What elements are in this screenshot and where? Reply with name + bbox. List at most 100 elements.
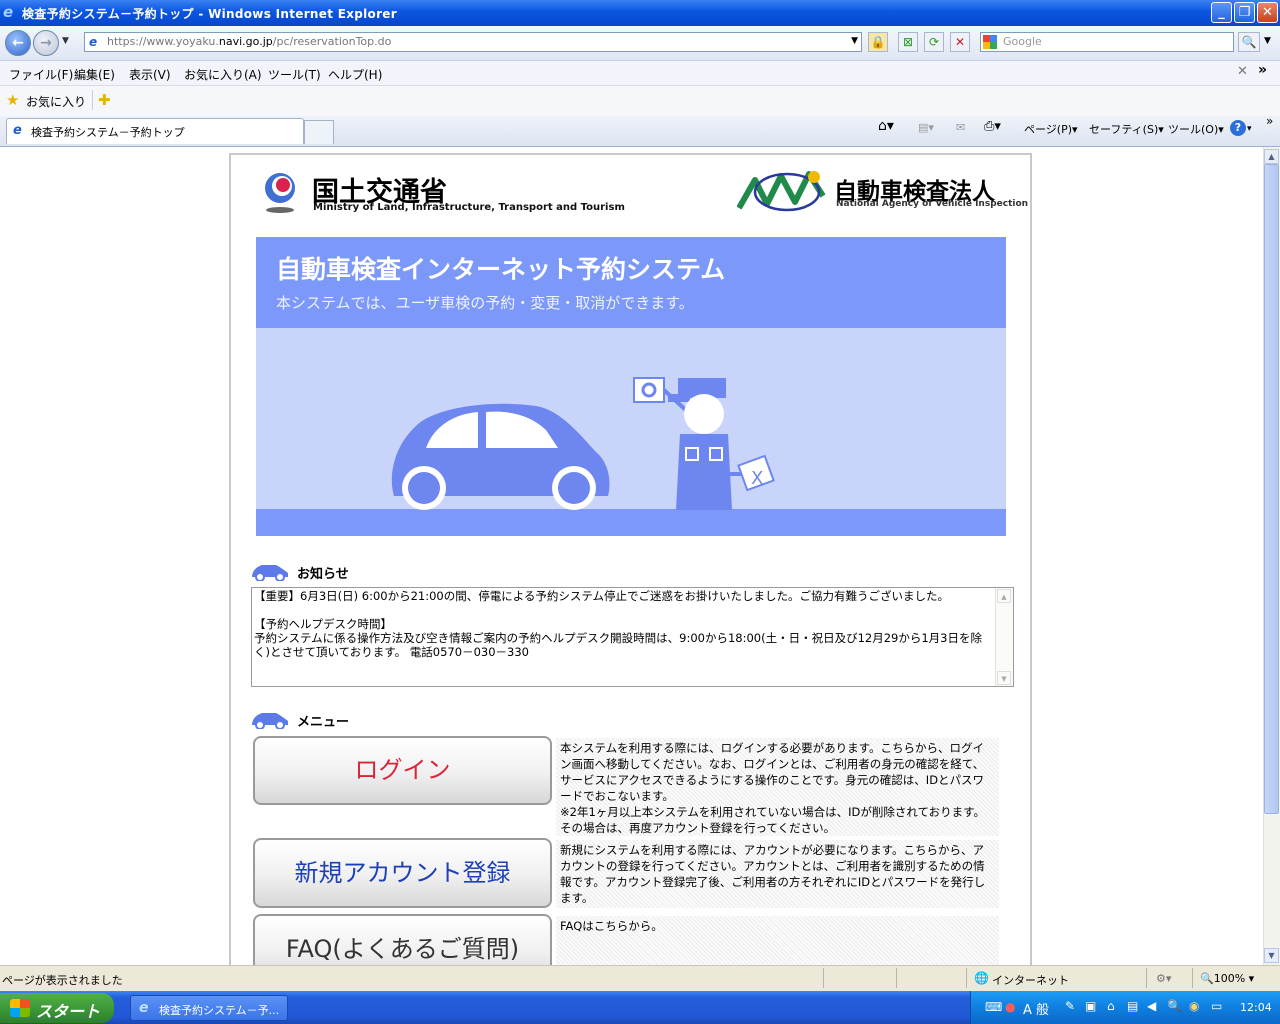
help-dropdown-icon[interactable]: ▾ <box>1247 124 1252 134</box>
notice-scrollbar[interactable]: ▲ ▼ <box>995 588 1013 686</box>
favorites-divider <box>92 90 93 110</box>
menu-car-icon <box>250 709 290 730</box>
menu-chevron-icon[interactable]: » <box>1258 62 1267 78</box>
command-chevron-icon[interactable]: » <box>1266 114 1273 128</box>
menu-view[interactable]: 表示(V) <box>129 66 171 83</box>
hero-ground-strip <box>256 509 1006 536</box>
tray-search-icon[interactable]: 🔍 <box>1167 999 1182 1013</box>
ime-pad-icon[interactable]: ▣ <box>1085 999 1096 1013</box>
hero-title: 自動車検査インターネット予約システム <box>276 255 726 284</box>
tray-expand-icon[interactable]: ◀ <box>1147 999 1156 1013</box>
new-tab-button[interactable] <box>304 120 334 144</box>
status-bar: ページが表示されました 🌐 インターネット ⚙▾ 🔍100% ▾ <box>0 965 1280 992</box>
mlit-logo-subtitle: Ministry of Land, Infrastructure, Transp… <box>313 202 625 213</box>
refresh-icon[interactable]: ⟳ <box>924 32 944 52</box>
tab-reservation-top[interactable]: e 検査予約システム－予約トップ <box>6 118 304 144</box>
favorites-button[interactable]: お気に入り <box>26 93 86 110</box>
search-options-icon[interactable]: ▼ <box>1264 36 1271 46</box>
notice-scroll-down[interactable]: ▼ <box>997 671 1011 685</box>
tab-label: 検査予約システム－予約トップ <box>31 126 185 139</box>
status-divider <box>1146 968 1147 988</box>
google-icon <box>983 35 997 49</box>
notice-scroll-up[interactable]: ▲ <box>997 589 1011 603</box>
feeds-icon[interactable]: ▤▾ <box>918 121 934 134</box>
new-account-button[interactable]: 新規アカウント登録 <box>253 838 552 908</box>
windows-logo-icon <box>10 999 30 1017</box>
address-bar[interactable]: e https://www.yoyaku.navi.go.jp/pc/reser… <box>84 32 862 52</box>
hero-subtitle: 本システムでは、ユーザ車検の予約・変更・取消ができます。 <box>276 294 694 312</box>
mlit-logo-icon <box>262 172 298 213</box>
address-dropdown-icon[interactable]: ▼ <box>851 36 858 46</box>
tools-menu[interactable]: ツール(O)▾ <box>1168 121 1224 137</box>
menu-help[interactable]: ヘルプ(H) <box>328 66 382 83</box>
favorites-star-icon: ★ <box>6 91 20 109</box>
menu-edit[interactable]: 編集(E) <box>74 66 115 83</box>
login-description: 本システムを利用する際には、ログインする必要があります。こちらから、ログイン画面… <box>556 738 999 836</box>
compatibility-icon[interactable]: ⊠ <box>898 32 918 52</box>
close-button[interactable]: ✕ <box>1257 2 1278 23</box>
status-divider <box>823 968 824 988</box>
zoom-level[interactable]: 🔍100% ▾ <box>1200 972 1254 985</box>
car-illustration-icon <box>386 396 616 512</box>
safety-menu[interactable]: セーフティ(S)▾ <box>1089 121 1164 137</box>
minimize-button[interactable]: _ <box>1211 2 1232 23</box>
notice-text: 【重要】6月3日(日) 6:00から21:00の間、停電による予約システム停止で… <box>254 589 983 659</box>
inspector-illustration-icon: X <box>630 374 782 510</box>
status-divider <box>966 968 967 988</box>
search-input[interactable]: Google <box>980 32 1234 52</box>
print-icon[interactable]: ⎙▾ <box>984 119 1001 134</box>
home-icon[interactable]: ⌂▾ <box>878 118 894 134</box>
history-dropdown-icon[interactable]: ▼ <box>62 36 69 46</box>
ime-tools-icon[interactable]: ✎ <box>1065 999 1075 1013</box>
status-text: ページが表示されました <box>2 974 123 987</box>
tray-extra-icon[interactable]: ▤ <box>1127 999 1138 1013</box>
keyboard-icon[interactable]: ⌨ <box>985 1000 1002 1014</box>
tray-display-icon[interactable]: ▭ <box>1211 999 1222 1013</box>
search-icon[interactable]: 🔍 <box>1238 32 1260 52</box>
mail-icon[interactable]: ✉ <box>956 121 965 134</box>
svg-text:X: X <box>751 468 763 489</box>
notice-textarea[interactable]: 【重要】6月3日(日) 6:00から21:00の間、停電による予約システム停止で… <box>251 587 1014 687</box>
add-favorite-icon[interactable]: ✚ <box>98 91 111 109</box>
page-menu[interactable]: ページ(P)▾ <box>1024 121 1078 137</box>
ime-indicator[interactable]: A 般 <box>1023 999 1049 1018</box>
protected-mode-icon[interactable]: ⚙▾ <box>1156 972 1171 985</box>
notice-heading: お知らせ <box>297 567 349 582</box>
address-url: https://www.yoyaku.navi.go.jp/pc/reserva… <box>107 35 392 48</box>
forward-button[interactable]: → <box>33 30 59 56</box>
start-label: スタート <box>36 1002 101 1021</box>
login-button[interactable]: ログイン <box>253 736 552 805</box>
favorites-bar <box>0 86 1280 117</box>
taskbar-ie-icon: e <box>139 1000 149 1016</box>
maximize-button[interactable]: ❐ <box>1234 2 1255 23</box>
window-title: 検査予約システム－予約トップ - Windows Internet Explor… <box>22 7 397 21</box>
notice-car-icon <box>250 561 290 582</box>
security-zone: インターネット <box>992 974 1069 987</box>
ime-help-icon[interactable]: ⌂ <box>1107 999 1115 1013</box>
navi-logo-icon <box>736 166 827 216</box>
tray-network-icon[interactable]: ◉ <box>1189 999 1199 1013</box>
stop-icon[interactable]: ✕ <box>950 32 970 52</box>
title-bar: e 検査予約システム－予約トップ - Windows Internet Expl… <box>0 0 1280 26</box>
start-button[interactable]: スタート <box>0 993 114 1023</box>
internet-zone-icon: 🌐 <box>974 971 989 985</box>
help-icon[interactable]: ? <box>1230 120 1246 136</box>
status-divider <box>896 968 897 988</box>
new-account-description: 新規にシステムを利用する際には、アカウントが必要になります。こちらから、アカウン… <box>556 840 999 908</box>
system-tray: ⌨ ● A 般 ✎ ▣ ⌂ ▤ ◀ 🔍 ◉ ▭ <box>970 991 1280 1024</box>
menu-favorites[interactable]: お気に入り(A) <box>184 66 262 83</box>
menu-tools[interactable]: ツール(T) <box>268 66 321 83</box>
tray-app-icon[interactable]: ● <box>1005 1000 1015 1014</box>
scroll-thumb[interactable] <box>1264 164 1279 814</box>
taskbar-clock: 12:04 <box>1240 1001 1272 1014</box>
lock-icon[interactable]: 🔒 <box>868 32 888 52</box>
taskbar-task-label: 検査予約システム－予... <box>159 1004 280 1017</box>
taskbar-ie-window[interactable]: e 検査予約システム－予... <box>130 995 288 1021</box>
tab-ie-icon: e <box>13 123 22 138</box>
scroll-down-arrow[interactable]: ▼ <box>1264 948 1279 963</box>
menu-file[interactable]: ファイル(F) <box>9 66 73 83</box>
back-button[interactable]: ← <box>5 30 31 56</box>
status-divider <box>1192 968 1193 988</box>
scroll-up-arrow[interactable]: ▲ <box>1264 149 1279 164</box>
menu-close-icon[interactable]: ✕ <box>1237 64 1248 79</box>
